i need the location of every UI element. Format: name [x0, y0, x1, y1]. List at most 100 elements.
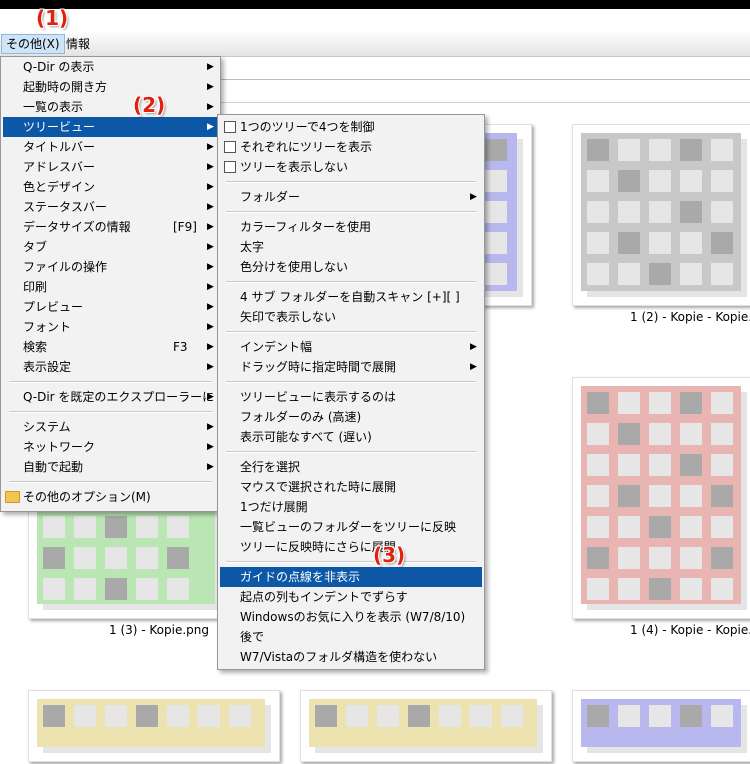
- tree_menu-item-4[interactable]: フォルダー ▶: [220, 187, 482, 207]
- submenu-arrow-icon: ▶: [207, 462, 214, 472]
- submenu-arrow-icon: ▶: [207, 62, 214, 72]
- submenu-arrow-icon: ▶: [207, 102, 214, 112]
- tree_menu-item-16[interactable]: ツリービューに表示するのは: [220, 387, 482, 407]
- tree_menu-item-21[interactable]: マウスで選択された時に展開: [220, 477, 482, 497]
- left_menu-item-20[interactable]: ネットワーク ▶: [3, 437, 218, 457]
- thumbnail[interactable]: [300, 690, 552, 762]
- tree_menu-item-22[interactable]: 1つだけ展開: [220, 497, 482, 517]
- tree_menu-item-6[interactable]: カラーフィルターを使用: [220, 217, 482, 237]
- left_menu-item-3[interactable]: ツリービュー ▶: [3, 117, 218, 137]
- left_menu-item-7[interactable]: ステータスバー ▶: [3, 197, 218, 217]
- toolbar-row: [220, 80, 750, 103]
- menu-separator: [226, 331, 476, 333]
- left_menu-item-9[interactable]: タブ ▶: [3, 237, 218, 257]
- menu-item-label: 後で: [240, 630, 265, 644]
- menu-item-label: ガイドの点線を非表示: [240, 570, 361, 584]
- left_menu-item-4[interactable]: タイトルバー ▶: [3, 137, 218, 157]
- submenu-arrow-icon: ▶: [207, 142, 214, 152]
- left_menu-item-11[interactable]: 印刷 ▶: [3, 277, 218, 297]
- left_menu-item-1[interactable]: 起動時の開き方 ▶: [3, 77, 218, 97]
- left_menu-item-23[interactable]: その他のオプション(M): [3, 487, 218, 507]
- submenu-arrow-icon: ▶: [207, 202, 214, 212]
- menu-info[interactable]: 情報: [62, 35, 94, 53]
- tree_menu-item-27[interactable]: 起点の列もインデントでずらす: [220, 587, 482, 607]
- submenu-arrow-icon: ▶: [207, 362, 214, 372]
- menu-other[interactable]: その他(X): [1, 34, 65, 54]
- tree_menu-item-14[interactable]: ドラッグ時に指定時間で展開 ▶: [220, 357, 482, 377]
- left_menu-item-17[interactable]: Q-Dir を既定のエクスプローラーに ▶: [3, 387, 218, 407]
- submenu-arrow-icon: ▶: [207, 322, 214, 332]
- menu-item-label: 色とデザイン: [23, 180, 96, 194]
- tree-layout-icon: [224, 121, 236, 133]
- left_menu-item-10[interactable]: ファイルの操作 ▶: [3, 257, 218, 277]
- submenu-arrow-icon: ▶: [207, 302, 214, 312]
- tree_menu-item-0[interactable]: 1つのツリーで4つを制御: [220, 117, 482, 137]
- tree_menu-item-8[interactable]: 色分けを使用しない: [220, 257, 482, 277]
- tree_menu-item-7[interactable]: 太字: [220, 237, 482, 257]
- tree_menu-item-28[interactable]: Windowsのお気に入りを表示 (W7/8/10): [220, 607, 482, 627]
- left_menu-item-2[interactable]: 一覧の表示 ▶: [3, 97, 218, 117]
- tree_menu-item-29[interactable]: 後で: [220, 627, 482, 647]
- left_menu-item-0[interactable]: Q-Dir の表示 ▶: [3, 57, 218, 77]
- address-bar[interactable]: [220, 57, 750, 80]
- thumbnail-image: [37, 699, 271, 753]
- tree_menu-item-18[interactable]: 表示可能なすべて (遅い): [220, 427, 482, 447]
- menu-item-label: 色分けを使用しない: [240, 260, 349, 274]
- tree_menu-item-24[interactable]: ツリーに反映時にさらに展開: [220, 537, 482, 557]
- left_menu-item-14[interactable]: 検索 F3 ▶: [3, 337, 218, 357]
- thumbnail[interactable]: [28, 690, 280, 762]
- tree_menu-item-1[interactable]: それぞれにツリーを表示: [220, 137, 482, 157]
- menu-item-label: プレビュー: [23, 300, 84, 314]
- thumbnail-image: [309, 699, 543, 753]
- left_menu-item-15[interactable]: 表示設定 ▶: [3, 357, 218, 377]
- tree_menu-item-20[interactable]: 全行を選択: [220, 457, 482, 477]
- treeview-submenu: 1つのツリーで4つを制御 それぞれにツリーを表示 ツリーを表示しないフォルダー ▶ カラ…: [217, 114, 485, 670]
- submenu-arrow-icon: ▶: [207, 342, 214, 352]
- thumbnail[interactable]: [572, 124, 750, 306]
- menu-item-label: フォント: [23, 320, 72, 334]
- menu-item-label: タイトルバー: [23, 140, 96, 154]
- menu-item-label: フォルダーのみ (高速): [240, 410, 362, 424]
- menu-item-label: 検索: [23, 340, 48, 354]
- left_menu-item-5[interactable]: アドレスバー ▶: [3, 157, 218, 177]
- menu-item-label: タブ: [23, 240, 48, 254]
- tree_menu-item-11[interactable]: 矢印で表示しない: [220, 307, 482, 327]
- left_menu-item-13[interactable]: フォント ▶: [3, 317, 218, 337]
- tree_menu-item-26[interactable]: ガイドの点線を非表示: [220, 567, 482, 587]
- menu-item-label: 1つのツリーで4つを制御: [240, 120, 375, 134]
- thumbnail[interactable]: [572, 690, 750, 762]
- menu-item-label: 矢印で表示しない: [240, 310, 337, 324]
- menu-separator: [226, 561, 476, 563]
- menu-item-label: 表示可能なすべて (遅い): [240, 430, 372, 444]
- menu-item-label: データサイズの情報: [23, 220, 131, 234]
- menu-separator: [226, 381, 476, 383]
- menu-separator: [226, 211, 476, 213]
- menu-item-label: ツリーを表示しない: [240, 160, 349, 174]
- left_menu-item-12[interactable]: プレビュー ▶: [3, 297, 218, 317]
- tree_menu-item-13[interactable]: インデント幅 ▶: [220, 337, 482, 357]
- submenu-arrow-icon: ▶: [470, 342, 477, 352]
- menu-item-label: インデント幅: [240, 340, 313, 354]
- left_menu-item-21[interactable]: 自動で起動 ▶: [3, 457, 218, 477]
- left_menu-item-6[interactable]: 色とデザイン ▶: [3, 177, 218, 197]
- left_menu-item-19[interactable]: システム ▶: [3, 417, 218, 437]
- other-menu: Q-Dir の表示 ▶ 起動時の開き方 ▶ 一覧の表示 ▶ ツリービュー ▶ タイトルバー ▶ アド…: [0, 56, 221, 512]
- tree-layout-icon: [224, 161, 236, 173]
- thumbnail[interactable]: [572, 377, 750, 619]
- tree_menu-item-17[interactable]: フォルダーのみ (高速): [220, 407, 482, 427]
- tree_menu-item-10[interactable]: 4 サブ フォルダーを自動スキャン [+][ ]: [220, 287, 482, 307]
- thumbnail-image: [581, 386, 747, 610]
- menu-item-label: 太字: [240, 240, 265, 254]
- menu-separator: [9, 381, 212, 383]
- menu-separator: [9, 481, 212, 483]
- tree_menu-item-23[interactable]: 一覧ビューのフォルダーをツリーに反映: [220, 517, 482, 537]
- menu-item-label: ツリービュー: [23, 120, 96, 134]
- menu-item-label: 4 サブ フォルダーを自動スキャン [+][ ]: [240, 290, 460, 304]
- menu-item-label: 印刷: [23, 280, 48, 294]
- menu-item-label: それぞれにツリーを表示: [240, 140, 373, 154]
- tree_menu-item-2[interactable]: ツリーを表示しない: [220, 157, 482, 177]
- submenu-arrow-icon: ▶: [207, 282, 214, 292]
- left_menu-item-8[interactable]: データサイズの情報 [F9] ▶: [3, 217, 218, 237]
- submenu-arrow-icon: ▶: [207, 442, 214, 452]
- tree_menu-item-30[interactable]: W7/Vistaのフォルダ構造を使わない: [220, 647, 482, 667]
